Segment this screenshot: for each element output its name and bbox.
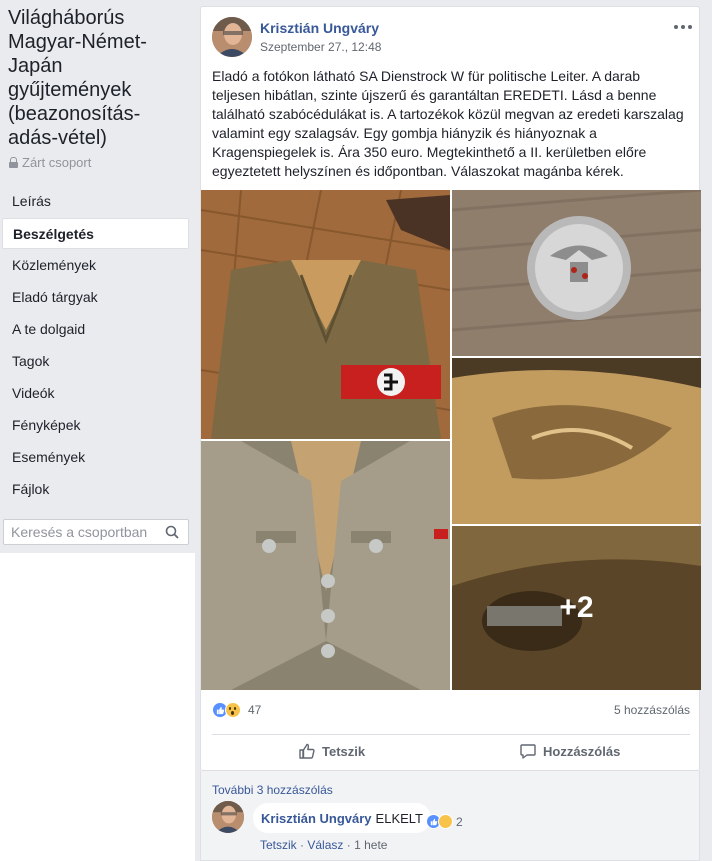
comment-time[interactable]: 1 hete [354, 838, 387, 852]
comment-bubble: Krisztián Ungváry ELKELT [253, 803, 431, 833]
nav-item-esemenyek[interactable]: Események [2, 442, 189, 473]
group-title[interactable]: Világháborús Magyar-Német-Japán gyűjtemé… [8, 6, 188, 150]
group-privacy-label: Zárt csoport [22, 155, 92, 170]
comment-icon [520, 744, 536, 759]
group-privacy: Zárt csoport [9, 155, 91, 170]
group-sidebar: Világháborús Magyar-Német-Japán gyűjtemé… [0, 0, 195, 861]
nav-item-fajlok[interactable]: Fájlok [2, 474, 189, 505]
more-options-icon[interactable] [674, 25, 692, 29]
comment-text: ELKELT [375, 810, 423, 826]
nav-item-elado-targyak[interactable]: Eladó tárgyak [2, 282, 189, 313]
reaction-count[interactable]: 47 [248, 703, 261, 717]
reaction-icons[interactable] [212, 702, 241, 718]
wow-reaction-icon [225, 702, 241, 718]
comment-reaction-count: 2 [456, 814, 463, 829]
reactions-bar: 47 5 hozzászólás [212, 700, 690, 720]
group-search [3, 519, 189, 545]
post-timestamp[interactable]: Szeptember 27., 12:48 [260, 40, 381, 54]
like-button[interactable]: Tetszik [298, 738, 365, 764]
post-photo-5[interactable]: +2 [452, 526, 701, 690]
post-text: Eladó a fotókon látható SA Dienstrock W … [212, 68, 684, 179]
nav-item-tagok[interactable]: Tagok [2, 346, 189, 377]
author-avatar[interactable] [212, 17, 252, 57]
nav-item-kozlemenyek[interactable]: Közlemények [2, 250, 189, 281]
comment-button-label: Hozzászólás [543, 743, 621, 759]
comment-author[interactable]: Krisztián Ungváry [261, 811, 372, 826]
comment-reactions[interactable]: 2 [426, 814, 463, 829]
divider [212, 734, 690, 735]
post-card: Krisztián Ungváry Szeptember 27., 12:48 … [200, 6, 701, 771]
post-photo-3[interactable] [452, 358, 701, 524]
thumbs-up-icon [299, 743, 315, 759]
post-author[interactable]: Krisztián Ungváry [260, 20, 379, 36]
group-nav: Leírás Beszélgetés Közlemények Eladó tár… [2, 186, 189, 506]
post-photo-4[interactable] [201, 441, 450, 690]
post-photo-1[interactable] [201, 190, 450, 439]
group-search-input[interactable] [11, 524, 161, 540]
like-button-label: Tetszik [322, 743, 366, 759]
nav-item-leiras[interactable]: Leírás [2, 186, 189, 217]
comments-section: További 3 hozzászólás Krisztián Ungváry … [200, 771, 700, 861]
post-photo-2[interactable] [452, 190, 701, 356]
view-more-comments[interactable]: További 3 hozzászólás [212, 783, 333, 797]
comment-button[interactable]: Hozzászólás [519, 738, 620, 764]
sad-reaction-icon [438, 814, 453, 829]
comment-like-link[interactable]: Tetszik [260, 838, 297, 852]
nav-item-a-te-dolgaid[interactable]: A te dolgaid [2, 314, 189, 345]
comment-count[interactable]: 5 hozzászólás [614, 703, 690, 717]
comment-reply-link[interactable]: Válasz [307, 838, 343, 852]
lock-icon [9, 157, 18, 168]
nav-item-beszelgetes[interactable]: Beszélgetés [2, 218, 189, 249]
sidebar-panel [0, 553, 195, 861]
search-icon[interactable] [165, 525, 179, 539]
comment-meta: Tetszik · Válasz · 1 hete [260, 838, 388, 852]
nav-item-fenykepek[interactable]: Fényképek [2, 410, 189, 441]
nav-item-videok[interactable]: Videók [2, 378, 189, 409]
comment-avatar[interactable] [212, 801, 244, 833]
more-photos-overlay[interactable]: +2 [452, 526, 701, 690]
